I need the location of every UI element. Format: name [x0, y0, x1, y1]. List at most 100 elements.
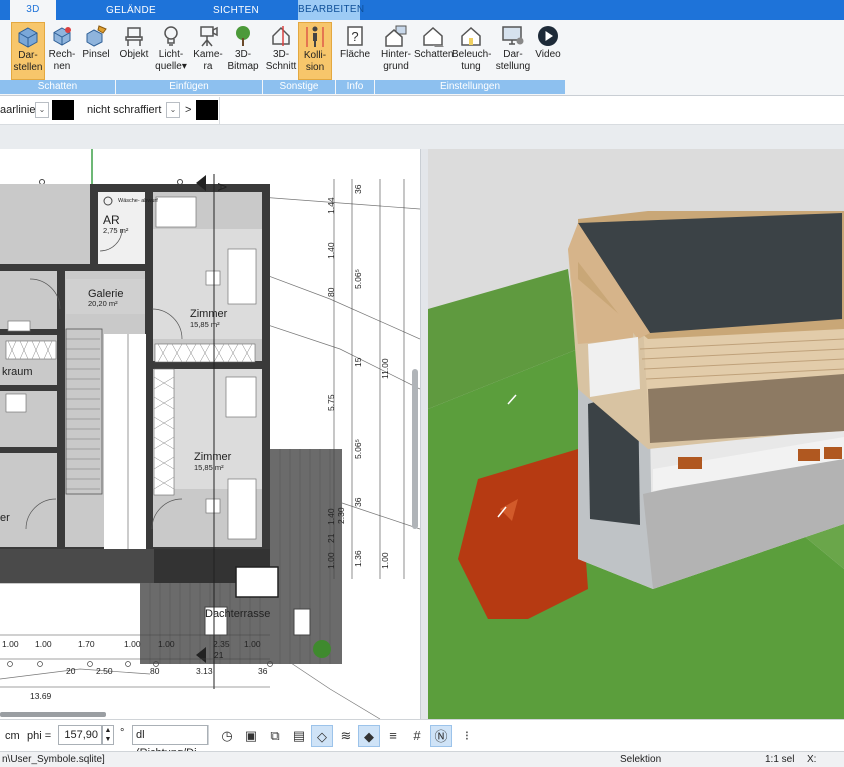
lichtquelle-label: Licht- quelle▾: [155, 49, 187, 72]
bitmap-button[interactable]: 3D- Bitmap: [226, 22, 260, 80]
terrace-sofa: [235, 566, 279, 598]
hatch-arrow: >: [185, 104, 192, 116]
phi-stepper[interactable]: ▲ ▼: [102, 725, 114, 745]
dim-text: 3.13: [196, 666, 213, 676]
plant-symbol: [313, 640, 331, 658]
north-icon[interactable]: Ⓝ: [430, 725, 452, 747]
group-label-sonstige: Sonstige: [263, 80, 335, 94]
unit-label: cm: [5, 730, 20, 742]
kollision-button[interactable]: Kolli- sion: [298, 22, 332, 80]
darstellung-label: Dar- stellung: [495, 49, 531, 72]
dim-text: 80: [326, 287, 336, 297]
contour-line: [249, 268, 420, 340]
dimension-text-group: 36 1.44 1.40 80 5.06⁵ 15 5.75 11.00 5.06…: [326, 184, 390, 569]
tab-3d[interactable]: 3D: [10, 0, 56, 20]
darstellen-label: Dar- stellen: [13, 50, 43, 73]
objekt-label: Objekt: [119, 49, 149, 60]
dim-text: 36: [353, 184, 363, 194]
stair-void: [104, 334, 146, 549]
view-3d[interactable]: [428, 149, 844, 719]
hatch-icon[interactable]: ≋: [335, 725, 357, 747]
objekt-button[interactable]: Objekt: [117, 22, 151, 80]
dim-text: 1.44: [326, 197, 336, 214]
room-name: AR: [103, 213, 120, 227]
hintergrund-button[interactable]: Hinter- grund: [377, 22, 415, 80]
cube-calc-icon: [53, 27, 71, 46]
dim-text: 15: [353, 357, 363, 367]
washer-label: Wäsche- abwurf: [118, 198, 158, 204]
wall: [90, 184, 98, 264]
vertical-scrollbar[interactable]: [412, 369, 418, 529]
hatch-dropdown[interactable]: ⌄: [166, 102, 180, 118]
roof-view-icon[interactable]: ◇: [311, 725, 333, 747]
window-strip-vertical: [153, 368, 175, 496]
divider: [219, 97, 220, 125]
tab-gelaende[interactable]: GELÄNDE: [94, 2, 168, 20]
line-color-swatch[interactable]: [52, 100, 74, 120]
dim-text: 1.00: [326, 552, 336, 569]
property-bar: aarlinie ⌄ nicht schraffiert ⌄ >: [0, 97, 844, 125]
direction-dropdown[interactable]: dl (Richtung/Di: [132, 725, 208, 759]
lichtquelle-button[interactable]: Licht- quelle▾: [153, 22, 189, 80]
room-area: 2,75 m²: [103, 226, 129, 235]
line-style-label: aarlinie: [0, 104, 36, 116]
divider: [208, 725, 209, 745]
kamera-button[interactable]: Kame- ra: [191, 22, 225, 80]
kollision-label: Kolli- sion: [303, 50, 327, 73]
beleuchtung-button[interactable]: Beleuch- tung: [452, 22, 491, 80]
wall: [0, 385, 60, 391]
area-question-icon: ?: [347, 26, 363, 46]
grid-icon[interactable]: #: [406, 725, 428, 747]
ribbon-tab-bar: 3D GELÄNDE SICHTEN BEARBEITEN: [0, 0, 844, 20]
line-style-dropdown[interactable]: ⌄: [35, 102, 49, 118]
wall: [90, 184, 268, 192]
contour-line: [249, 318, 420, 390]
video-label: Video: [535, 49, 561, 60]
hatch-label: nicht schraffiert: [87, 104, 162, 116]
bitmap-label: 3D- Bitmap: [227, 49, 259, 72]
darstellen-button[interactable]: Dar- stellen: [11, 22, 45, 80]
room-area: 15,85 m²: [194, 463, 224, 472]
svg-text:?: ?: [351, 29, 358, 44]
floor-plan-drawing: 36 1.44 1.40 80 5.06⁵ 15 5.75 11.00 5.06…: [0, 149, 420, 719]
tree-icon: [236, 26, 250, 46]
monitor-gear-icon: [502, 26, 524, 45]
phi-input[interactable]: 157,90: [58, 725, 102, 745]
clock-icon[interactable]: ◷: [216, 725, 238, 747]
more-options-icon[interactable]: ⁝: [456, 725, 478, 747]
viewport-header-strip: [0, 125, 844, 149]
dim-text: 1.00: [35, 639, 52, 649]
group-label-einfuegen: Einfügen: [116, 80, 262, 94]
darstellung-button[interactable]: Dar- stellung: [493, 22, 533, 80]
box-icon[interactable]: ▤: [288, 725, 310, 747]
tab-sichten[interactable]: SICHTEN: [200, 2, 272, 20]
tab-bearbeiten[interactable]: BEARBEITEN: [298, 0, 364, 20]
survey-point: [39, 179, 45, 185]
plane-icon[interactable]: ◆: [358, 725, 380, 747]
stack-icon[interactable]: ≡: [382, 725, 404, 747]
horizontal-scrollbar[interactable]: [0, 712, 106, 717]
pinsel-button[interactable]: Pinsel: [79, 22, 113, 80]
schatten-settings-button[interactable]: Schatten: [414, 22, 453, 80]
3d-scene: [428, 149, 844, 719]
dim-text: 2.30: [336, 507, 346, 524]
flaeche-button[interactable]: ? Fläche: [338, 22, 372, 80]
dim-text: 1.00: [244, 639, 261, 649]
rechnen-button[interactable]: Rech- nen: [46, 22, 78, 80]
floor-plan-view[interactable]: 36 1.44 1.40 80 5.06⁵ 15 5.75 11.00 5.06…: [0, 149, 420, 719]
upper-left-wall: [588, 337, 640, 397]
room-name: Dachterrasse: [205, 608, 270, 620]
monitor-icon[interactable]: ▣: [240, 725, 262, 747]
person-icon: [306, 26, 324, 47]
dim-text: 1.00: [380, 552, 390, 569]
schnitt-button[interactable]: 3D- Schnitt: [264, 22, 298, 80]
video-button[interactable]: Video: [532, 22, 564, 80]
bottom-dimension-texts: 1.00 1.00 1.70 1.00 1.00 2.35 1.00 21 20…: [2, 639, 268, 701]
layers-icon[interactable]: ⧉: [264, 725, 286, 747]
play-circle-icon: [538, 26, 558, 46]
room-name: Zimmer: [194, 451, 232, 463]
view-splitter[interactable]: [420, 149, 428, 719]
hatch-color-swatch[interactable]: [196, 100, 218, 120]
bottom-toolbar: cm phi = 157,90 ▲▼ ° dl (Richtung/Di ◷ ▣…: [0, 719, 844, 759]
dim-text: 1.00: [158, 639, 175, 649]
